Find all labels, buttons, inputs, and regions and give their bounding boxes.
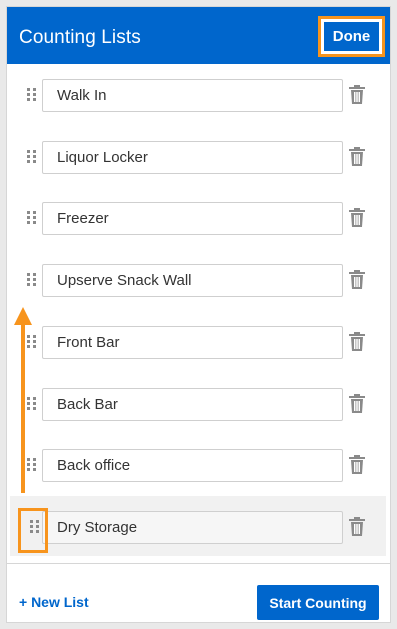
list-name-input[interactable] — [42, 449, 343, 482]
list-name-input[interactable] — [42, 264, 343, 297]
trash-icon[interactable] — [348, 394, 366, 414]
list-row — [7, 64, 390, 124]
drag-handle-icon[interactable] — [27, 88, 37, 102]
drag-handle-icon[interactable] — [27, 150, 37, 164]
done-button[interactable]: Done — [324, 22, 379, 51]
footer: + New List Start Counting — [7, 563, 390, 623]
trash-icon[interactable] — [348, 208, 366, 228]
trash-icon[interactable] — [348, 270, 366, 290]
list-row — [7, 126, 390, 186]
drag-handle-icon[interactable] — [27, 211, 37, 225]
list-name-input[interactable] — [42, 388, 343, 421]
trash-icon[interactable] — [348, 455, 366, 475]
list-name-input[interactable] — [42, 326, 343, 359]
list-row — [7, 311, 390, 371]
trash-icon[interactable] — [348, 517, 366, 537]
page-title: Counting Lists — [19, 27, 141, 48]
trash-icon[interactable] — [348, 85, 366, 105]
list-name-input[interactable] — [42, 141, 343, 174]
start-counting-button[interactable]: Start Counting — [257, 585, 379, 620]
new-list-link[interactable]: + New List — [19, 594, 89, 610]
list-name-input[interactable] — [42, 79, 343, 112]
list-name-input[interactable] — [42, 511, 343, 544]
list-row — [7, 249, 390, 309]
list-row — [10, 496, 386, 556]
drag-handle-icon[interactable] — [27, 273, 37, 287]
arrow-up-icon — [14, 307, 32, 493]
trash-icon[interactable] — [348, 332, 366, 352]
list-name-input[interactable] — [42, 202, 343, 235]
counting-lists-panel: Counting Lists Done + New List Start Cou… — [6, 6, 391, 623]
header: Counting Lists Done — [7, 7, 390, 64]
trash-icon[interactable] — [348, 147, 366, 167]
list-row — [7, 187, 390, 247]
list-row — [7, 373, 390, 433]
drag-handle-highlight-box — [18, 508, 48, 553]
list-row — [7, 434, 390, 494]
done-highlight-box: Done — [318, 16, 385, 57]
